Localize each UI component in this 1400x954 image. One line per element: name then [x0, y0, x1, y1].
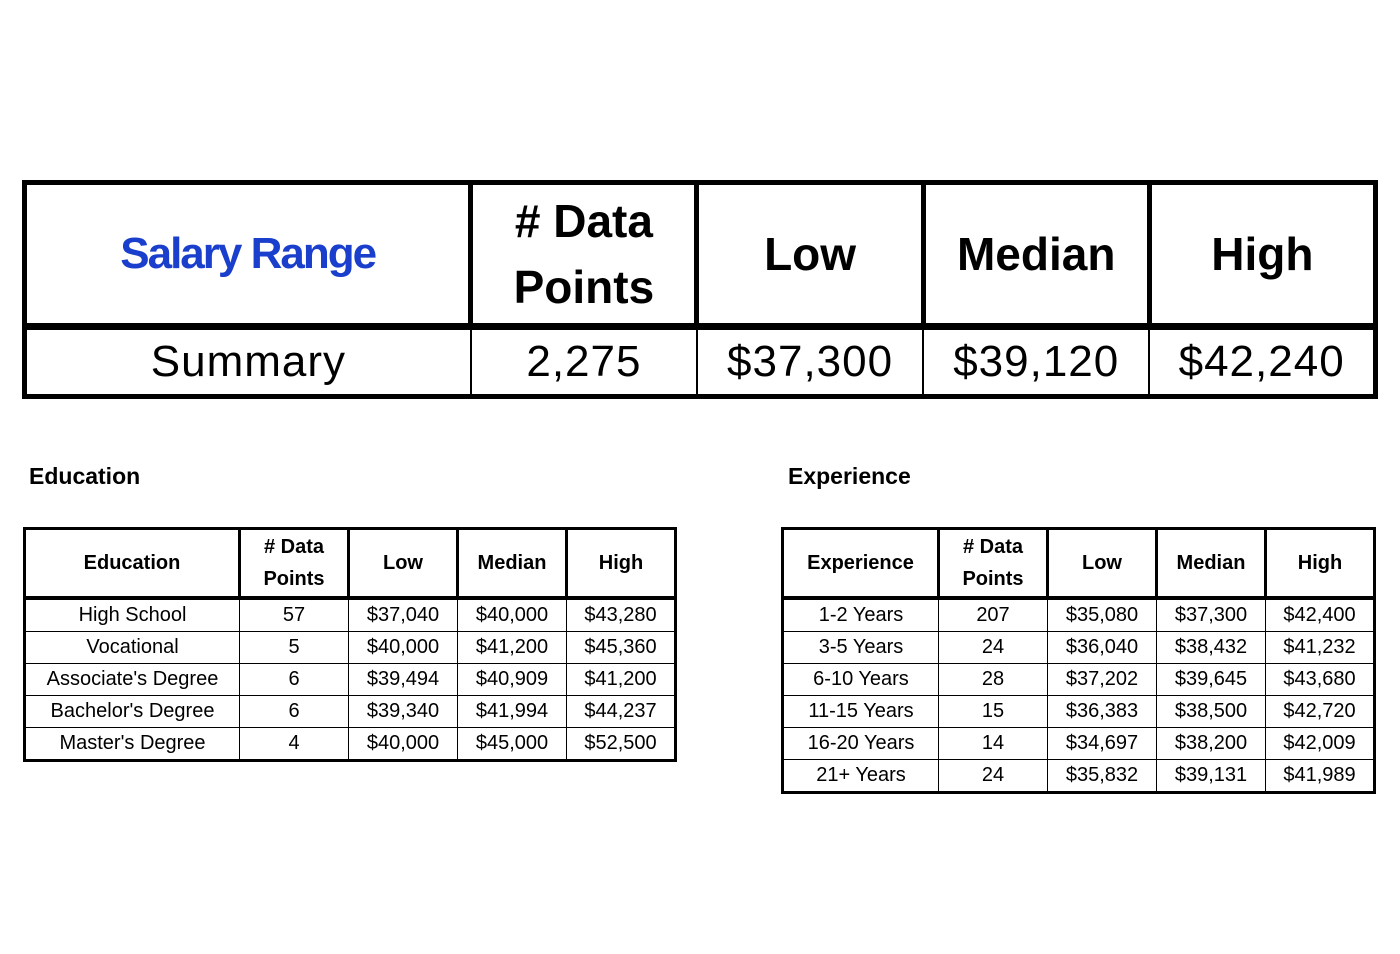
experience-row: 3-5 Years 24 $36,040 $38,432 $41,232: [782, 631, 1375, 664]
experience-cell-category: 6-10 Years: [782, 663, 939, 696]
experience-cell-category: 21+ Years: [782, 759, 939, 793]
summary-label: Summary: [23, 325, 472, 398]
education-cell-category: Master's Degree: [24, 727, 240, 761]
experience-cell-low: $36,040: [1047, 631, 1157, 664]
experience-cell-high: $42,400: [1265, 597, 1375, 632]
experience-section-label: Experience: [788, 463, 911, 489]
education-cell-high: $41,200: [566, 663, 676, 696]
education-cell-data-points: 6: [239, 663, 349, 696]
experience-cell-median: $37,300: [1156, 597, 1266, 632]
education-row: Bachelor's Degree 6 $39,340 $41,994 $44,237: [24, 695, 676, 728]
header-median: Median: [920, 180, 1152, 330]
education-table: Education # Data Points Low Median High …: [23, 527, 677, 762]
header-data-points: # Data Points: [238, 527, 350, 600]
experience-cell-high: $43,680: [1265, 663, 1375, 696]
experience-cell-category: 3-5 Years: [782, 631, 939, 664]
education-cell-median: $41,994: [457, 695, 567, 728]
education-cell-low: $39,494: [348, 663, 458, 696]
education-cell-high: $43,280: [566, 597, 676, 632]
experience-cell-data-points: 28: [938, 663, 1048, 696]
header-data-points: # Data Points: [937, 527, 1049, 600]
salary-range-title: Salary Range: [21, 180, 474, 330]
experience-row: 6-10 Years 28 $37,202 $39,645 $43,680: [782, 663, 1375, 696]
header-education: Education: [23, 527, 241, 600]
education-cell-category: Vocational: [24, 631, 240, 664]
education-row: Master's Degree 4 $40,000 $45,000 $52,500: [24, 727, 676, 761]
education-row: High School 57 $37,040 $40,000 $43,280: [24, 597, 676, 632]
experience-cell-high: $41,232: [1265, 631, 1375, 664]
experience-cell-low: $35,832: [1047, 759, 1157, 793]
experience-cell-high: $41,989: [1265, 759, 1375, 793]
experience-cell-category: 11-15 Years: [782, 695, 939, 728]
education-cell-low: $40,000: [348, 727, 458, 761]
experience-header-row: Experience # Data Points Low Median High: [781, 527, 1376, 600]
education-cell-category: Associate's Degree: [24, 663, 240, 696]
header-low: Low: [694, 180, 926, 330]
education-cell-median: $45,000: [457, 727, 567, 761]
header-median: Median: [1155, 527, 1267, 600]
experience-cell-median: $38,200: [1156, 727, 1266, 760]
header-median: Median: [456, 527, 568, 600]
education-cell-category: Bachelor's Degree: [24, 695, 240, 728]
education-section-label: Education: [29, 463, 141, 489]
education-cell-data-points: 57: [239, 597, 349, 632]
education-cell-high: $44,237: [566, 695, 676, 728]
experience-cell-low: $35,080: [1047, 597, 1157, 632]
experience-cell-high: $42,009: [1265, 727, 1375, 760]
summary-low: $37,300: [695, 325, 925, 398]
summary-table: Salary Range # Data Points Low Median Hi…: [21, 180, 1379, 399]
education-cell-low: $39,340: [348, 695, 458, 728]
education-cell-data-points: 6: [239, 695, 349, 728]
experience-cell-median: $38,500: [1156, 695, 1266, 728]
education-cell-category: High School: [24, 597, 240, 632]
header-low: Low: [347, 527, 459, 600]
summary-row: Summary 2,275 $37,300 $39,120 $42,240: [23, 325, 1377, 398]
experience-cell-data-points: 15: [938, 695, 1048, 728]
experience-cell-low: $36,383: [1047, 695, 1157, 728]
education-cell-data-points: 5: [239, 631, 349, 664]
experience-cell-data-points: 24: [938, 759, 1048, 793]
summary-high: $42,240: [1148, 325, 1377, 398]
header-high: High: [1146, 180, 1379, 330]
experience-cell-category: 16-20 Years: [782, 727, 939, 760]
experience-cell-median: $39,645: [1156, 663, 1266, 696]
experience-cell-data-points: 207: [938, 597, 1048, 632]
education-cell-low: $40,000: [348, 631, 458, 664]
experience-cell-low: $37,202: [1047, 663, 1157, 696]
education-cell-data-points: 4: [239, 727, 349, 761]
experience-cell-low: $34,697: [1047, 727, 1157, 760]
education-cell-high: $45,360: [566, 631, 676, 664]
experience-row: 21+ Years 24 $35,832 $39,131 $41,989: [782, 759, 1375, 793]
experience-row: 1-2 Years 207 $35,080 $37,300 $42,400: [782, 597, 1375, 632]
header-high: High: [565, 527, 677, 600]
experience-row: 16-20 Years 14 $34,697 $38,200 $42,009: [782, 727, 1375, 760]
header-data-points: # Data Points: [468, 180, 700, 330]
education-cell-high: $52,500: [566, 727, 676, 761]
header-high: High: [1264, 527, 1376, 600]
header-low: Low: [1046, 527, 1158, 600]
experience-cell-median: $38,432: [1156, 631, 1266, 664]
education-cell-median: $40,909: [457, 663, 567, 696]
education-cell-low: $37,040: [348, 597, 458, 632]
experience-cell-high: $42,720: [1265, 695, 1375, 728]
summary-header-row: Salary Range # Data Points Low Median Hi…: [21, 180, 1379, 330]
experience-table: Experience # Data Points Low Median High…: [781, 527, 1376, 794]
education-row: Associate's Degree 6 $39,494 $40,909 $41,200: [24, 663, 676, 696]
summary-median: $39,120: [922, 325, 1151, 398]
experience-row: 11-15 Years 15 $36,383 $38,500 $42,720: [782, 695, 1375, 728]
summary-data-points: 2,275: [469, 325, 698, 398]
education-cell-median: $41,200: [457, 631, 567, 664]
experience-cell-median: $39,131: [1156, 759, 1266, 793]
header-experience: Experience: [781, 527, 940, 600]
experience-cell-category: 1-2 Years: [782, 597, 939, 632]
education-row: Vocational 5 $40,000 $41,200 $45,360: [24, 631, 676, 664]
education-cell-median: $40,000: [457, 597, 567, 632]
experience-cell-data-points: 24: [938, 631, 1048, 664]
education-header-row: Education # Data Points Low Median High: [23, 527, 677, 600]
experience-cell-data-points: 14: [938, 727, 1048, 760]
